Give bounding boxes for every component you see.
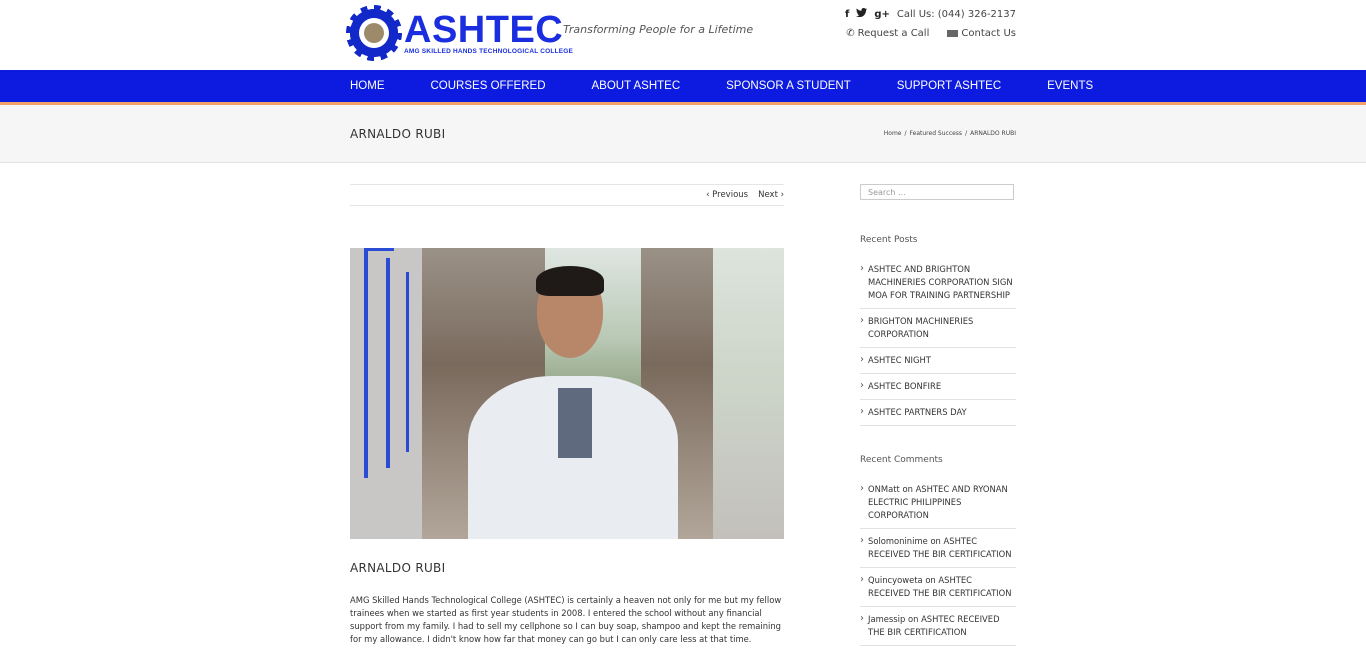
- post-body: AMG Skilled Hands Technological College …: [350, 595, 782, 644]
- search-input[interactable]: Search ...: [860, 184, 1014, 200]
- breadcrumb: Home / Featured Success / ARNALDO RUBI: [884, 130, 1016, 137]
- comment-on-text: on: [925, 575, 936, 585]
- recent-comment-item: ONMatt on ASHTEC AND RYONAN ELECTRIC PHI…: [860, 477, 1016, 529]
- recent-post-item[interactable]: BRIGHTON MACHINERIES CORPORATION: [860, 309, 1016, 348]
- logo-wordmark: ASHTEC: [404, 8, 564, 51]
- previous-post-link[interactable]: ‹ Previous: [706, 190, 748, 200]
- page-title: ARNALDO RUBI: [350, 126, 446, 141]
- call-us-text: Call Us: (044) 326-2137: [896, 8, 1016, 20]
- recent-post-item[interactable]: ASHTEC NIGHT: [860, 348, 1016, 374]
- phone-icon: ✆: [846, 28, 855, 39]
- recent-posts-heading: Recent Posts: [860, 235, 918, 245]
- nav-support-ashtec[interactable]: SUPPORT ASHTEC: [897, 80, 1001, 92]
- facebook-icon[interactable]: f: [845, 9, 849, 20]
- site-logo[interactable]: ASHTEC AMG SKILLED HANDS TECHNOLOGICAL C…: [346, 5, 574, 61]
- envelope-icon: [947, 30, 959, 37]
- recent-comment-item: Quincyoweta on ASHTEC RECEIVED THE BIR C…: [860, 568, 1016, 607]
- featured-photo: [350, 248, 784, 539]
- site-tagline: Transforming People for a Lifetime: [563, 23, 754, 36]
- recent-comments-heading: Recent Comments: [860, 455, 943, 465]
- nav-courses-offered[interactable]: COURSES OFFERED: [431, 80, 546, 92]
- breadcrumb-separator: /: [965, 130, 968, 137]
- comment-author-link[interactable]: ONMatt: [868, 484, 900, 494]
- breadcrumb-featured-success[interactable]: Featured Success: [910, 130, 963, 137]
- recent-comment-item: Solomoninime on ASHTEC RECEIVED THE BIR …: [860, 529, 1016, 568]
- recent-post-item[interactable]: ASHTEC AND BRIGHTON MACHINERIES CORPORAT…: [860, 257, 1016, 309]
- comment-author-link[interactable]: Jamessip: [868, 614, 905, 624]
- college-seal-icon: [346, 5, 402, 61]
- comment-on-text: on: [902, 484, 913, 494]
- request-call-link[interactable]: ✆ Request a Call: [846, 28, 929, 39]
- post-title: ARNALDO RUBI: [350, 561, 446, 575]
- recent-posts-list: ASHTEC AND BRIGHTON MACHINERIES CORPORAT…: [860, 257, 1016, 426]
- breadcrumb-home[interactable]: Home: [884, 130, 902, 137]
- breadcrumb-separator: /: [904, 130, 907, 137]
- twitter-icon[interactable]: [856, 8, 868, 20]
- main-navigation: HOME COURSES OFFERED ABOUT ASHTEC SPONSO…: [0, 70, 1366, 105]
- nav-events[interactable]: EVENTS: [1047, 80, 1093, 92]
- sidebar: Search ... Recent Posts ASHTEC AND BRIGH…: [860, 184, 1016, 646]
- recent-post-item[interactable]: ASHTEC BONFIRE: [860, 374, 1016, 400]
- recent-post-item[interactable]: ASHTEC PARTNERS DAY: [860, 400, 1016, 426]
- post-navigation: ‹ Previous Next ›: [350, 184, 784, 206]
- contact-us-link[interactable]: Contact Us: [947, 28, 1016, 39]
- comment-author-link[interactable]: Solomoninime: [868, 536, 928, 546]
- breadcrumb-current: ARNALDO RUBI: [970, 130, 1016, 137]
- comment-on-text: on: [907, 614, 919, 624]
- page-title-bar: ARNALDO RUBI Home / Featured Success / A…: [0, 105, 1366, 163]
- site-header: ASHTEC AMG SKILLED HANDS TECHNOLOGICAL C…: [0, 0, 1366, 70]
- post-main: ‹ Previous Next › ARNALDO RUBI AMG Skill…: [350, 184, 784, 646]
- content-area: ‹ Previous Next › ARNALDO RUBI AMG Skill…: [0, 163, 1366, 658]
- nav-about-ashtec[interactable]: ABOUT ASHTEC: [592, 80, 681, 92]
- header-contact: f g+ Call Us: (044) 326-2137 ✆ Request a…: [845, 8, 1016, 39]
- logo-subtitle: AMG SKILLED HANDS TECHNOLOGICAL COLLEGE: [404, 47, 574, 55]
- recent-comments-list: ONMatt on ASHTEC AND RYONAN ELECTRIC PHI…: [860, 477, 1016, 646]
- comment-author-link[interactable]: Quincyoweta: [868, 575, 923, 585]
- comment-on-text: on: [930, 536, 941, 546]
- nav-home[interactable]: HOME: [350, 80, 385, 92]
- nav-sponsor-a-student[interactable]: SPONSOR A STUDENT: [726, 80, 851, 92]
- next-post-link[interactable]: Next ›: [758, 190, 784, 200]
- google-plus-icon[interactable]: g+: [874, 9, 890, 20]
- recent-comment-item: Jamessip on ASHTEC RECEIVED THE BIR CERT…: [860, 607, 1016, 646]
